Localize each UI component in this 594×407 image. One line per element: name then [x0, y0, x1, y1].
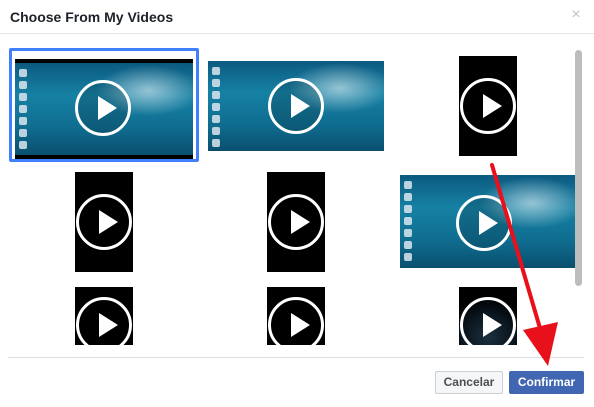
video-thumbnail-selected[interactable]	[9, 48, 199, 162]
video-thumbnail[interactable]	[75, 287, 133, 345]
desktop-icons	[212, 67, 226, 151]
play-icon	[75, 80, 131, 136]
play-icon	[268, 78, 324, 134]
video-thumbnail[interactable]	[459, 287, 517, 345]
video-preview	[15, 59, 193, 159]
play-icon	[76, 194, 132, 250]
video-thumbnail[interactable]	[267, 287, 325, 345]
video-thumbnail[interactable]	[459, 56, 517, 156]
video-thumbnail[interactable]	[208, 61, 384, 151]
play-icon	[460, 297, 516, 345]
play-icon	[76, 297, 132, 345]
footer-divider	[8, 357, 584, 358]
scrollbar[interactable]	[575, 50, 582, 286]
play-icon	[460, 78, 516, 134]
close-icon[interactable]: ×	[568, 7, 584, 23]
video-grid	[0, 35, 594, 345]
dialog-title: Choose From My Videos	[10, 9, 174, 25]
dialog-header: Choose From My Videos ×	[0, 0, 594, 34]
video-thumbnail[interactable]	[400, 175, 576, 268]
desktop-icons	[404, 181, 418, 265]
video-thumbnail[interactable]	[267, 172, 325, 272]
play-icon	[456, 195, 512, 251]
cancel-button[interactable]: Cancelar	[435, 371, 503, 394]
play-icon	[268, 297, 324, 345]
confirm-button[interactable]: Confirmar	[509, 371, 584, 394]
play-icon	[268, 194, 324, 250]
video-thumbnail[interactable]	[75, 172, 133, 272]
desktop-icons	[19, 69, 33, 153]
